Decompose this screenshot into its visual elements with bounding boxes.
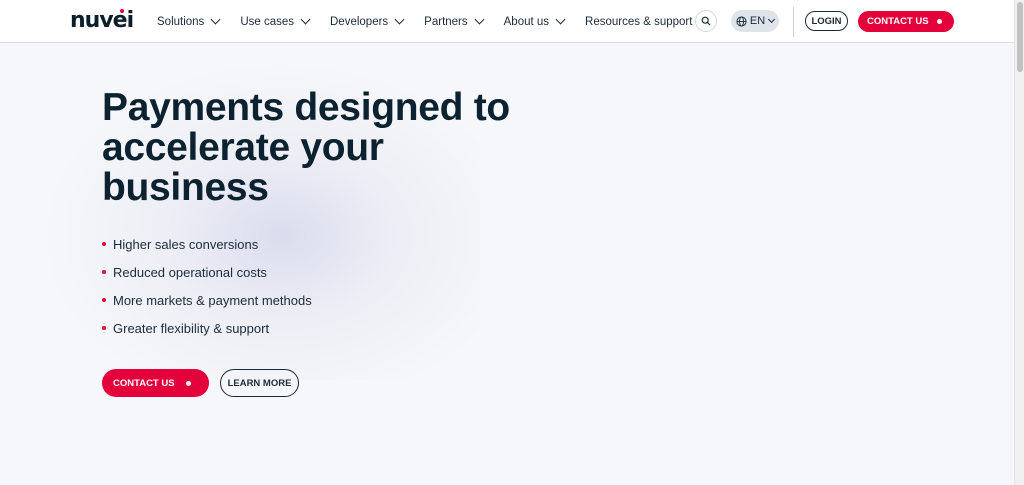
main-nav: Solutions Use cases Developers Partners … [157, 0, 728, 43]
nav-resources-support-label: Resources & support [585, 15, 693, 28]
language-label: EN [749, 15, 766, 27]
site-header: nuvei Solutions Use cases Developers Par… [0, 0, 1014, 43]
learn-more-button[interactable]: LEARN MORE [220, 369, 299, 397]
hero-contact-label: CONTACT US [113, 377, 175, 389]
benefit-text: Reduced operational costs [113, 264, 267, 280]
nav-about-us-label: About us [503, 15, 550, 28]
bullet-dot-icon [102, 326, 106, 330]
hero-contact-button[interactable]: CONTACT US [102, 369, 209, 397]
benefit-item: Reduced operational costs [102, 258, 312, 286]
nav-resources-support[interactable]: Resources & support [585, 14, 709, 28]
chevron-down-icon [394, 14, 405, 25]
chevron-down-icon [210, 14, 221, 25]
nav-partners-label: Partners [424, 15, 468, 28]
scrollbar-thumb[interactable] [1017, 2, 1023, 72]
hero-title: Payments designed to accelerate your bus… [102, 86, 510, 209]
benefit-text: Higher sales conversions [113, 236, 259, 252]
header-contact-button[interactable]: CONTACT US [858, 11, 954, 32]
bullet-dot-icon [102, 242, 106, 246]
logo-dot [120, 9, 124, 13]
nav-solutions[interactable]: Solutions [157, 14, 221, 28]
chevron-down-icon [768, 15, 776, 24]
bullet-dot-icon [102, 298, 106, 302]
chevron-down-icon [474, 14, 485, 25]
page-scrollbar[interactable] [1014, 0, 1024, 485]
header-divider [793, 7, 794, 37]
language-selector[interactable]: EN [731, 10, 779, 32]
search-button[interactable] [695, 10, 717, 32]
benefit-text: More markets & payment methods [113, 292, 312, 308]
nav-developers-label: Developers [330, 15, 389, 28]
nav-solutions-label: Solutions [157, 15, 205, 28]
benefit-item: Higher sales conversions [102, 230, 312, 258]
nav-developers[interactable]: Developers [330, 14, 405, 28]
nav-use-cases[interactable]: Use cases [240, 14, 311, 28]
nav-about-us[interactable]: About us [503, 14, 566, 28]
header-contact-label: CONTACT US [867, 16, 929, 27]
chevron-down-icon [300, 14, 311, 25]
search-icon [701, 16, 711, 26]
nav-partners[interactable]: Partners [424, 14, 485, 28]
globe-icon [736, 15, 747, 27]
benefit-item: Greater flexibility & support [102, 314, 312, 342]
dot-icon [937, 19, 942, 24]
nav-use-cases-label: Use cases [240, 15, 294, 28]
benefit-item: More markets & payment methods [102, 286, 312, 314]
dot-icon [186, 381, 191, 386]
login-button[interactable]: LOGIN [805, 11, 848, 31]
hero-benefits-list: Higher sales conversions Reduced operati… [102, 230, 312, 342]
chevron-down-icon [555, 14, 566, 25]
bullet-dot-icon [102, 270, 106, 274]
benefit-text: Greater flexibility & support [113, 320, 270, 336]
